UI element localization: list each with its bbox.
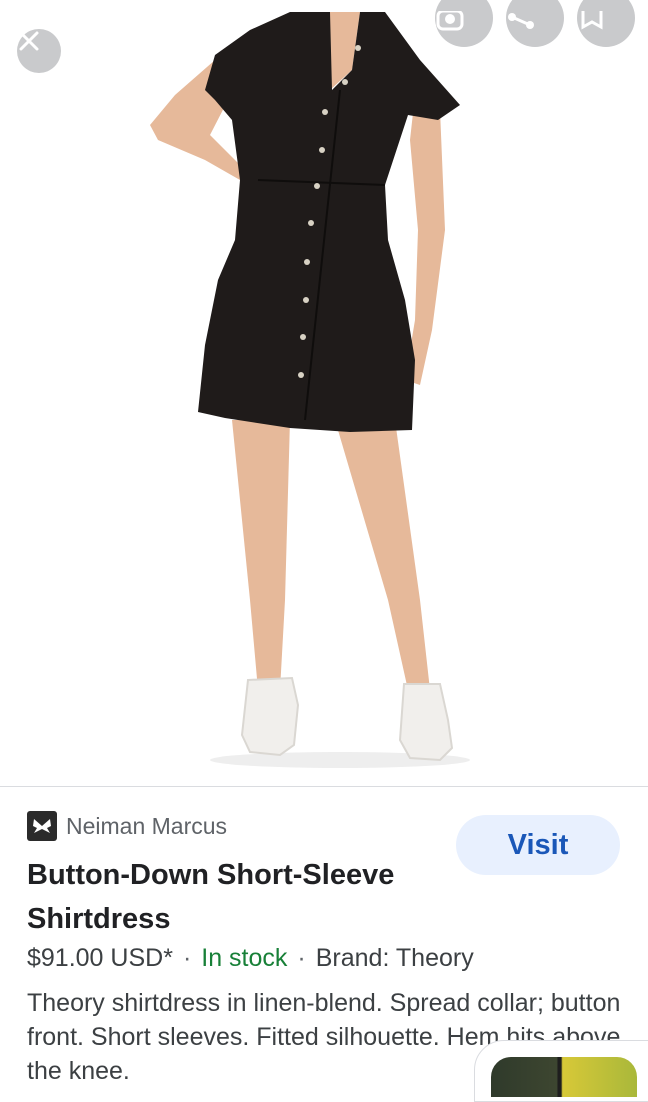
- related-thumbnail[interactable]: [491, 1057, 637, 1097]
- bookmark-icon: [581, 11, 603, 30]
- product-meta: $91.00 USD* · In stock · Brand: Theory: [27, 944, 474, 973]
- related-thumbnail-card[interactable]: [474, 1040, 648, 1102]
- close-button[interactable]: [17, 29, 61, 73]
- image-viewer[interactable]: [0, 0, 648, 786]
- visit-button[interactable]: Visit: [456, 815, 620, 875]
- butterfly-icon: [27, 811, 57, 841]
- price: $91.00 USD*: [27, 944, 173, 972]
- share-icon: [508, 13, 534, 29]
- close-icon: [19, 31, 39, 51]
- separator: ·: [182, 944, 192, 972]
- source-link[interactable]: Neiman Marcus: [27, 811, 227, 841]
- source-name: Neiman Marcus: [66, 812, 228, 839]
- brand: Brand: Theory: [315, 944, 474, 972]
- product-image[interactable]: [0, 0, 648, 786]
- separator: ·: [297, 944, 306, 972]
- product-title[interactable]: Button-Down Short-Sleeve Shirtdress: [27, 853, 447, 941]
- result-panel: Neiman Marcus Visit Button-Down Short-Sl…: [0, 787, 648, 1085]
- lens-icon: [436, 11, 464, 31]
- stock-status: In stock: [201, 944, 288, 972]
